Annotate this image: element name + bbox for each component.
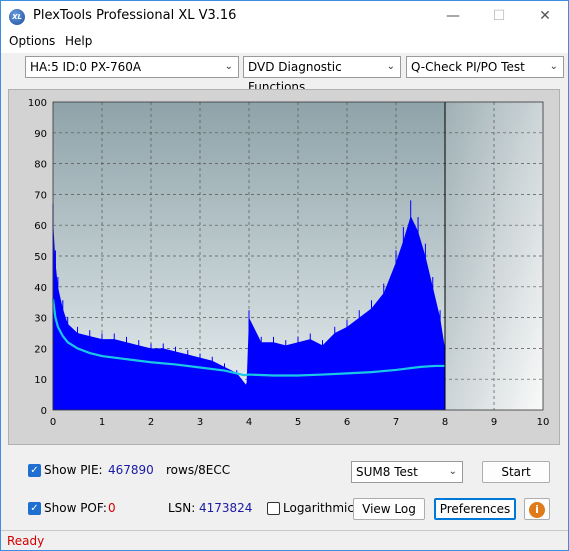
x-tick-label: 1 [99,417,105,428]
show-pie-label: Show PIE: [44,463,103,477]
toolbar: HA:5 ID:0 PX-760A ⌄ DVD Diagnostic Funct… [1,53,568,94]
y-tick-label: 70 [34,190,47,201]
pie-unit: rows/8ECC [166,463,231,477]
x-tick-label: 4 [246,417,252,428]
status-text: Ready [7,534,45,548]
menu-options[interactable]: Options [9,34,55,48]
main-window: XL PlexTools Professional XL V3.16 — ☐ ✕… [0,0,569,551]
plextools-logo-icon: XL [9,9,25,25]
minimize-button[interactable]: — [430,1,476,31]
x-tick-label: 8 [442,417,448,428]
y-tick-label: 30 [34,314,47,325]
x-tick-label: 0 [50,417,56,428]
chevron-down-icon: ⌄ [448,466,457,477]
drive-select-value: HA:5 ID:0 PX-760A [30,60,142,74]
y-tick-label: 40 [34,283,47,294]
show-pof-checkbox[interactable]: ✓ [28,502,41,515]
y-tick-label: 100 [28,98,47,109]
chevron-down-icon: ⌄ [386,61,395,72]
y-tick-label: 20 [34,344,47,355]
title-bar: XL PlexTools Professional XL V3.16 — ☐ ✕ [1,1,568,31]
logarithmic-checkbox[interactable] [267,502,280,515]
close-icon: ✕ [539,8,551,24]
y-tick-label: 0 [41,406,47,417]
sum8-test-select[interactable]: SUM8 Test ⌄ [351,461,463,483]
lsn-label: LSN: [168,501,196,515]
logarithmic-label: Logarithmic [283,501,354,515]
y-tick-label: 90 [34,129,47,140]
minimize-icon: — [446,8,460,24]
menu-help[interactable]: Help [65,34,92,48]
x-tick-label: 9 [491,417,497,428]
x-tick-label: 3 [197,417,203,428]
test-select[interactable]: Q-Check PI/PO Test ⌄ [406,56,564,78]
show-pie-checkbox[interactable]: ✓ [28,464,41,477]
view-log-button[interactable]: View Log [353,498,425,520]
checkmark-icon: ✓ [30,465,39,476]
checkmark-icon: ✓ [30,503,39,514]
chevron-down-icon: ⌄ [549,61,558,72]
y-tick-label: 60 [34,221,47,232]
function-select[interactable]: DVD Diagnostic Functions ⌄ [243,56,401,94]
status-bar: Ready [1,530,568,550]
drive-select[interactable]: HA:5 ID:0 PX-760A ⌄ [25,56,239,78]
lsn-value: 4173824 [199,501,253,515]
chart-panel: 0 10 20 30 40 50 60 70 80 90 100 0 1 2 3 4 5 6 7 8 9 10 [8,89,560,445]
bottom-controls: ✓ Show PIE: 467890 rows/8ECC ✓ Show POF:… [8,454,560,526]
y-tick-label: 10 [34,375,47,386]
x-tick-label: 6 [344,417,350,428]
y-tick-label: 80 [34,160,47,171]
preferences-button[interactable]: Preferences [434,498,516,520]
start-button[interactable]: Start [482,461,550,483]
sum8-test-value: SUM8 Test [356,465,418,479]
info-icon: i [529,502,545,518]
x-tick-label: 5 [295,417,301,428]
x-tick-label: 2 [148,417,154,428]
menu-bar: Options Help [1,31,568,53]
chevron-down-icon: ⌄ [224,61,233,72]
x-tick-label: 10 [537,417,550,428]
pie-value: 467890 [108,463,154,477]
test-select-value: Q-Check PI/PO Test [411,60,525,74]
pof-value: 0 [108,501,116,515]
show-pof-label: Show POF: [44,501,107,515]
close-button[interactable]: ✕ [522,1,568,31]
y-tick-label: 50 [34,252,47,263]
x-tick-label: 7 [393,417,399,428]
pi-po-chart: 0 10 20 30 40 50 60 70 80 90 100 0 1 2 3 4 5 6 7 8 9 10 [28,98,550,428]
maximize-icon: ☐ [492,8,506,24]
window-title: PlexTools Professional XL V3.16 [33,8,237,23]
maximize-button[interactable]: ☐ [476,1,522,31]
info-button[interactable]: i [524,498,550,520]
